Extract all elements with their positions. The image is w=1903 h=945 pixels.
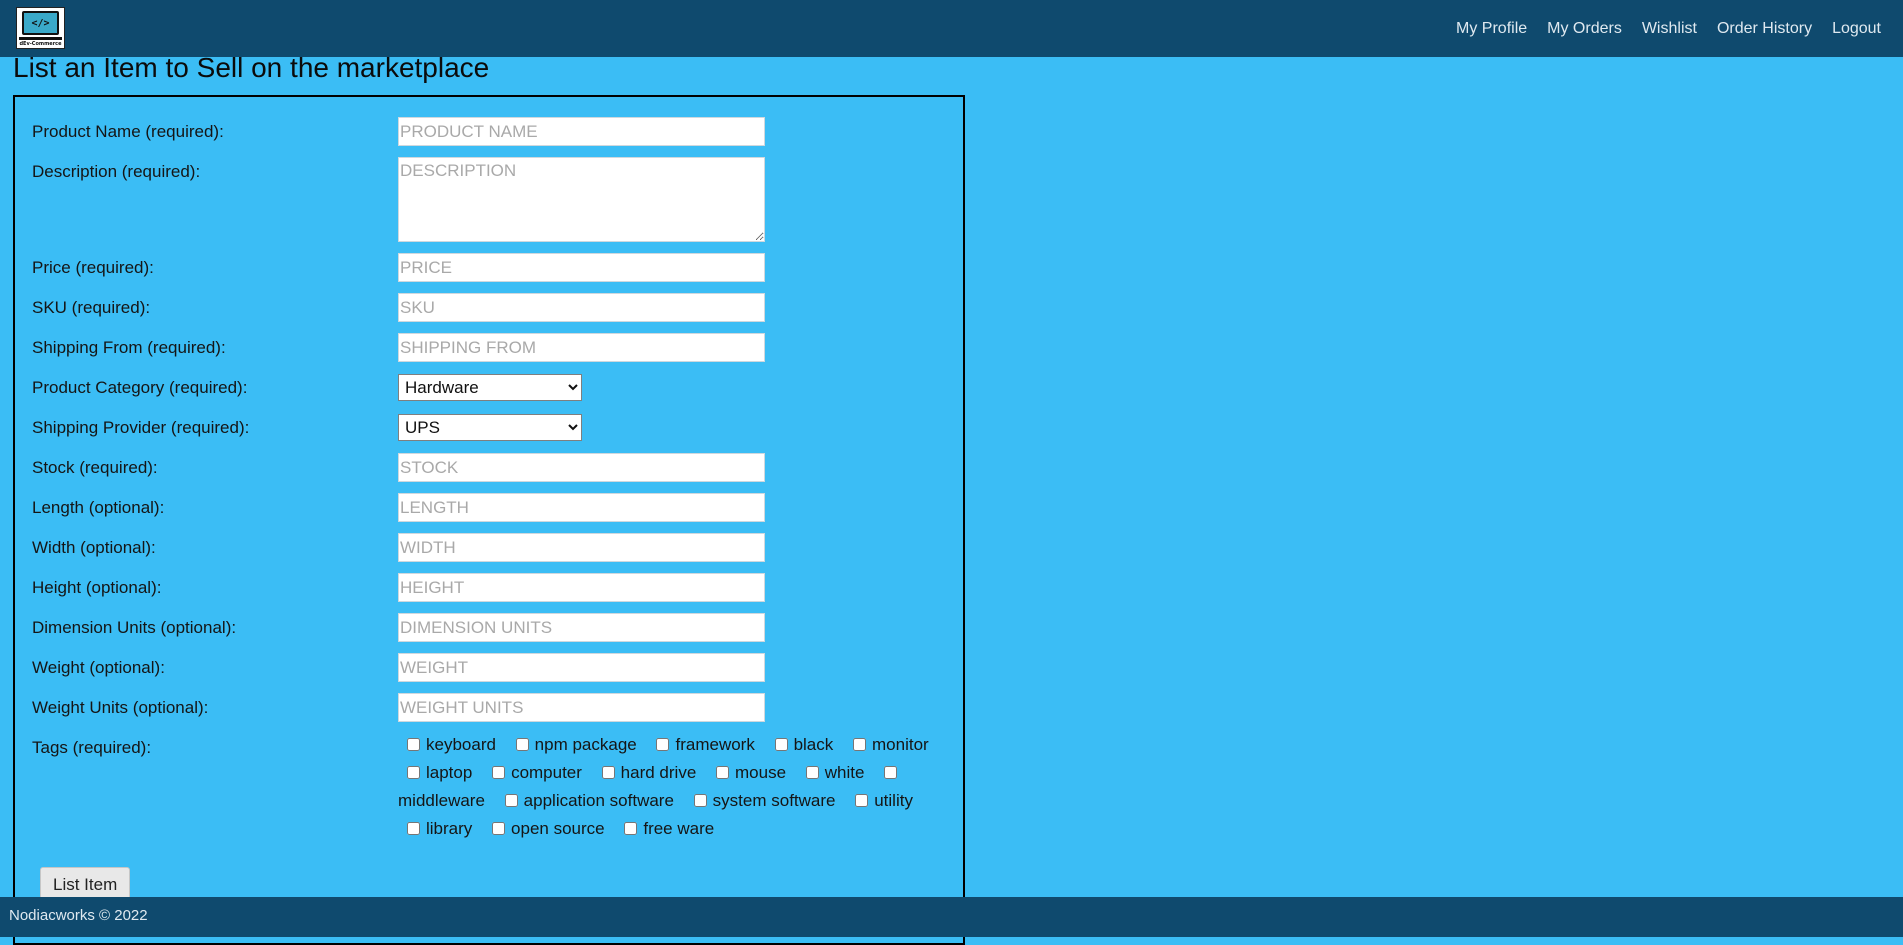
footer: Nodiacworks © 2022: [0, 897, 1903, 937]
shipping-provider-select[interactable]: UPS: [398, 414, 582, 441]
product-name-input[interactable]: [398, 117, 765, 146]
label-description: Description (required):: [32, 162, 201, 181]
weight-units-input[interactable]: [398, 693, 765, 722]
product-category-select[interactable]: Hardware: [398, 374, 582, 401]
dimension-units-input[interactable]: [398, 613, 765, 642]
label-sku: SKU (required):: [32, 298, 151, 317]
label-height: Height (optional):: [32, 578, 162, 597]
tag-monitor-checkbox[interactable]: [853, 738, 866, 751]
tag-keyboard-checkbox[interactable]: [407, 738, 420, 751]
label-shipping-from: Shipping From (required):: [32, 338, 226, 357]
nav-my-orders[interactable]: My Orders: [1547, 20, 1622, 38]
laptop-base-icon: [19, 37, 62, 40]
tag-white[interactable]: white: [797, 763, 864, 782]
sku-input[interactable]: [398, 293, 765, 322]
tag-laptop-checkbox[interactable]: [407, 766, 420, 779]
tag-library[interactable]: library: [398, 819, 472, 838]
list-item-form: Product Name (required): Description (re…: [13, 95, 965, 945]
tag-system-software-checkbox[interactable]: [693, 794, 707, 807]
logo-brand: dEv-Commerce: [19, 41, 62, 47]
width-input[interactable]: [398, 533, 765, 562]
tag-hard-drive[interactable]: hard drive: [593, 763, 696, 782]
tag-open-source-checkbox[interactable]: [492, 822, 506, 835]
label-weight: Weight (optional):: [32, 658, 165, 677]
price-input[interactable]: [398, 253, 765, 282]
tag-white-checkbox[interactable]: [805, 766, 819, 779]
code-screen-icon: </>: [22, 11, 59, 35]
nav-my-profile[interactable]: My Profile: [1456, 20, 1527, 38]
tag-utility[interactable]: utility: [846, 791, 913, 810]
tag-utility-checkbox[interactable]: [855, 794, 869, 807]
tag-free-ware[interactable]: free ware: [615, 819, 714, 838]
label-price: Price (required):: [32, 258, 154, 277]
label-width: Width (optional):: [32, 538, 156, 557]
shipping-from-input[interactable]: [398, 333, 765, 362]
tag-middleware-checkbox[interactable]: [884, 766, 898, 779]
tag-library-checkbox[interactable]: [407, 822, 420, 835]
tag-npm-package-checkbox[interactable]: [515, 738, 529, 751]
label-length: Length (optional):: [32, 498, 165, 517]
label-product-category: Product Category (required):: [32, 378, 248, 397]
top-navbar: </> dEv-Commerce My Profile My Orders Wi…: [0, 0, 1903, 57]
tags-checkbox-group: keyboard npm package framework black mon…: [398, 731, 958, 843]
stock-input[interactable]: [398, 453, 765, 482]
tag-framework[interactable]: framework: [647, 735, 755, 754]
length-input[interactable]: [398, 493, 765, 522]
description-textarea[interactable]: [398, 157, 765, 242]
label-dimension-units: Dimension Units (optional):: [32, 618, 237, 637]
tag-npm-package[interactable]: npm package: [507, 735, 637, 754]
page-title: List an Item to Sell on the marketplace: [13, 52, 490, 83]
tag-computer-checkbox[interactable]: [492, 766, 506, 779]
height-input[interactable]: [398, 573, 765, 602]
logo[interactable]: </> dEv-Commerce: [16, 7, 65, 49]
tag-keyboard[interactable]: keyboard: [398, 735, 496, 754]
tag-hard-drive-checkbox[interactable]: [601, 766, 615, 779]
nav-order-history[interactable]: Order History: [1717, 20, 1812, 38]
tag-mouse[interactable]: mouse: [707, 763, 786, 782]
label-stock: Stock (required):: [32, 458, 158, 477]
nav-wishlist[interactable]: Wishlist: [1642, 20, 1697, 38]
tag-framework-checkbox[interactable]: [656, 738, 670, 751]
nav-links: My Profile My Orders Wishlist Order Hist…: [1456, 0, 1881, 57]
tag-application-software[interactable]: application software: [496, 791, 674, 810]
weight-input[interactable]: [398, 653, 765, 682]
tag-open-source[interactable]: open source: [483, 819, 605, 838]
tag-black-checkbox[interactable]: [774, 738, 788, 751]
tag-free-ware-checkbox[interactable]: [624, 822, 638, 835]
tag-monitor[interactable]: monitor: [844, 735, 929, 754]
tag-application-software-checkbox[interactable]: [504, 794, 518, 807]
label-tags: Tags (required):: [32, 738, 152, 757]
tag-mouse-checkbox[interactable]: [716, 766, 730, 779]
label-product-name: Product Name (required):: [32, 122, 224, 141]
tag-computer[interactable]: computer: [483, 763, 582, 782]
footer-copyright: Nodiacworks © 2022: [9, 907, 148, 924]
tag-black[interactable]: black: [766, 735, 833, 754]
label-shipping-provider: Shipping Provider (required):: [32, 418, 250, 437]
label-weight-units: Weight Units (optional):: [32, 698, 209, 717]
tag-system-software[interactable]: system software: [685, 791, 835, 810]
nav-logout[interactable]: Logout: [1832, 20, 1881, 38]
tag-laptop[interactable]: laptop: [398, 763, 472, 782]
